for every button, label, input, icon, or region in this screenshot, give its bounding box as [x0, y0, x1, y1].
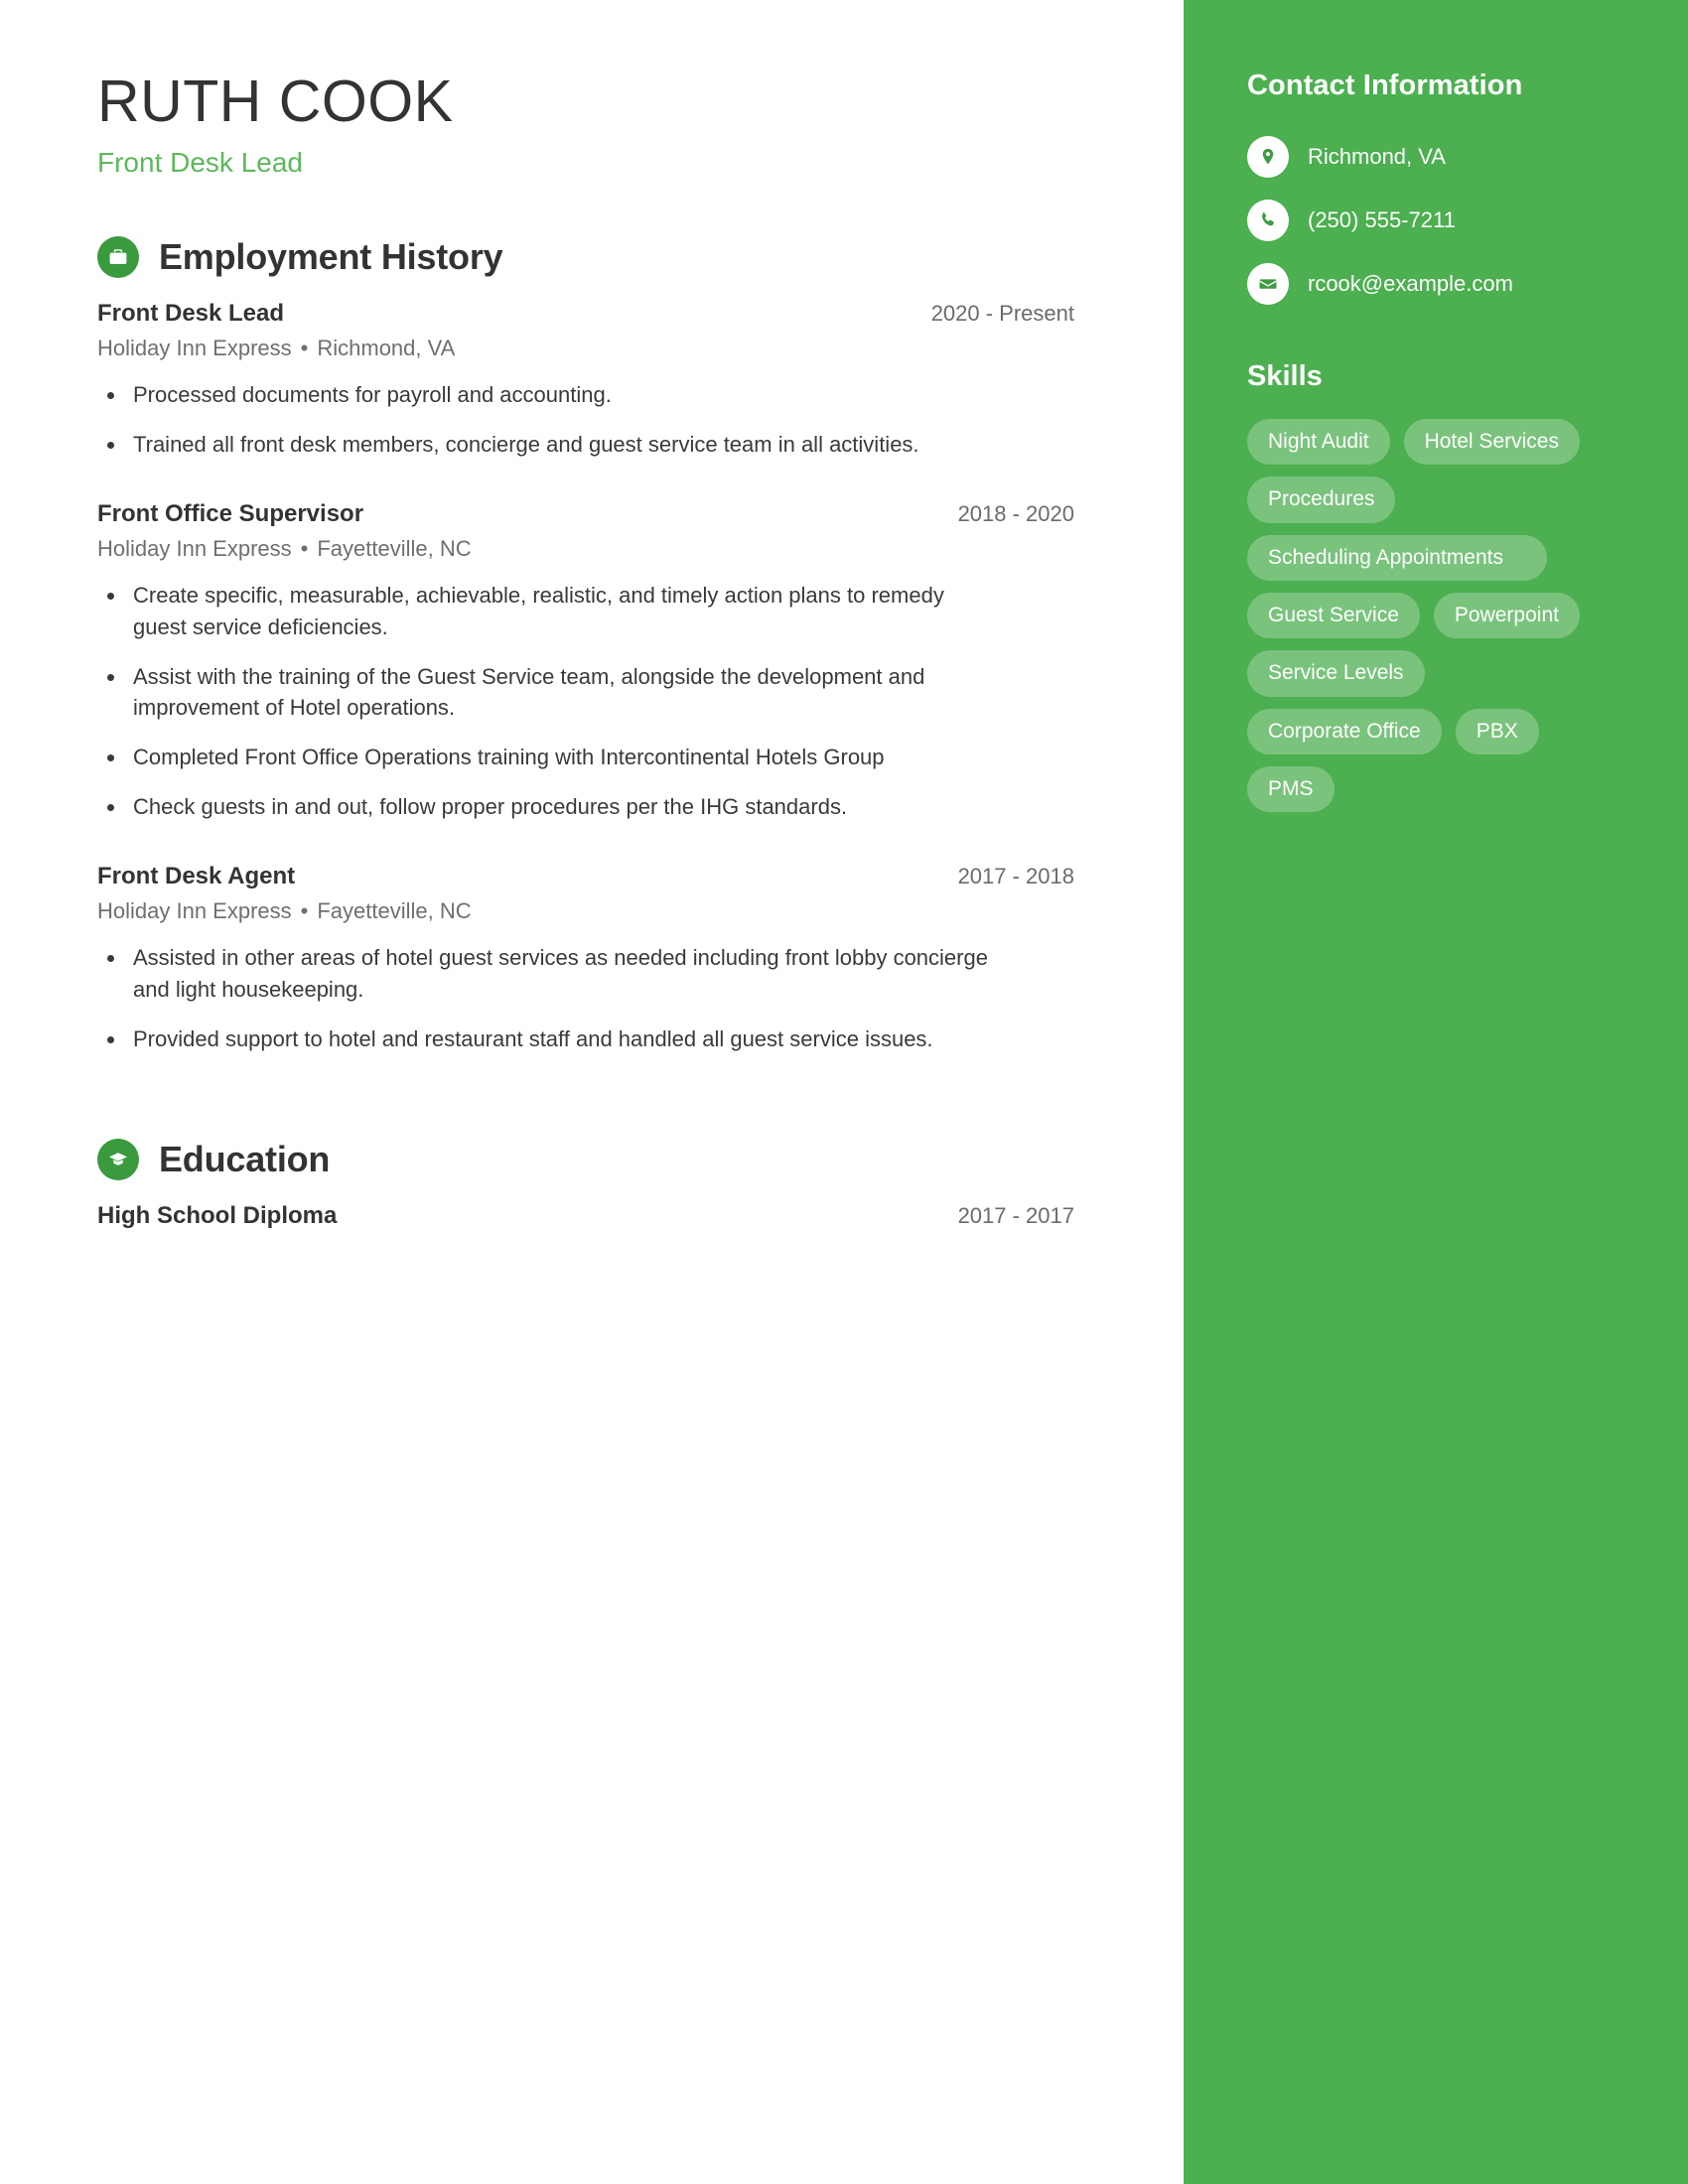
skill-pill: PBX — [1455, 708, 1539, 755]
employment-location: Fayetteville, NC — [317, 535, 472, 561]
employment-location: Fayetteville, NC — [317, 898, 472, 924]
employment-bullet: Processed documents for payroll and acco… — [97, 379, 991, 411]
employment-job-title: Front Office Supervisor — [97, 499, 364, 527]
employment-location: Richmond, VA — [317, 335, 456, 360]
contact-item[interactable]: (250) 555-7211 — [1247, 200, 1624, 241]
skills-list: Night Audit Hotel Services Procedures Sched… — [1247, 419, 1624, 813]
contact-item[interactable]: Richmond, VA — [1247, 136, 1624, 178]
skill-pill: Corporate Office — [1247, 708, 1442, 755]
skill-pill: Powerpoint — [1433, 593, 1580, 639]
employment-bullet: Assisted in other areas of hotel guest s… — [97, 942, 991, 1006]
separator-dot: • — [300, 898, 309, 924]
main-content-column: RUTH COOK Front Desk Lead Employment His… — [0, 0, 1184, 2184]
employment-bullet: Provided support to hotel and restaurant… — [97, 1024, 991, 1055]
briefcase-icon — [97, 235, 139, 278]
employment-entry: Front Desk Agent 2017 - 2018 Holiday Inn E… — [97, 863, 1074, 1055]
employment-section-title: Employment History — [159, 235, 503, 277]
separator-dot: • — [300, 535, 309, 561]
envelope-icon — [1247, 263, 1289, 305]
skills-section-title: Skills — [1247, 360, 1323, 392]
employment-bullet: Trained all front desk members, concierg… — [97, 429, 991, 461]
phone-icon — [1247, 200, 1289, 241]
employment-company-location: Holiday Inn Express • Fayetteville, NC — [97, 898, 1074, 924]
employment-job-title: Front Desk Lead — [97, 299, 285, 327]
employment-entry-header: Front Desk Lead 2020 - Present — [97, 300, 1074, 328]
header-job-title: Front Desk Lead — [97, 146, 303, 178]
contact-value: (250) 555-7211 — [1308, 207, 1456, 232]
employment-entry: Front Desk Lead 2020 - Present Holiday Inn… — [97, 300, 1074, 461]
education-dates: 2017 - 2017 — [957, 1202, 1074, 1228]
contact-section-title: Contact Information — [1247, 69, 1523, 101]
employment-entries: Front Desk Lead 2020 - Present Holiday Inn… — [97, 300, 1074, 1055]
education-entry: High School Diploma 2017 - 2017 — [97, 1202, 1074, 1230]
employment-section-header: Employment History — [97, 235, 1074, 278]
skill-pill: Guest Service — [1247, 593, 1420, 639]
employment-job-dates: 2017 - 2018 — [957, 864, 1074, 889]
contact-list: Richmond, VA (250) 555-7211 rcook@example.… — [1247, 136, 1624, 305]
employment-bullet: Create specific, measurable, achievable,… — [97, 580, 991, 643]
employment-history-section: Employment History Front Desk Lead 2020 -… — [97, 235, 1074, 1055]
employment-entry-header: Front Office Supervisor 2018 - 2020 — [97, 500, 1074, 528]
employment-company: Holiday Inn Express — [97, 335, 292, 360]
contact-value: Richmond, VA — [1308, 144, 1446, 169]
skill-pill: Scheduling Appointments — [1247, 534, 1547, 582]
education-degree: High School Diploma — [97, 1201, 338, 1229]
contact-item[interactable]: rcook@example.com — [1247, 263, 1624, 305]
education-section-title: Education — [159, 1138, 331, 1179]
employment-job-dates: 2018 - 2020 — [957, 500, 1074, 526]
header-name-block: RUTH COOK Front Desk Lead — [97, 68, 1074, 179]
employment-bullet: Assist with the training of the Guest Se… — [97, 661, 991, 725]
page-title: RUTH COOK — [97, 68, 454, 134]
separator-dot: • — [300, 335, 309, 360]
resume-page: RUTH COOK Front Desk Lead Employment His… — [0, 0, 1688, 2184]
skill-pill: Service Levels — [1247, 650, 1425, 697]
employment-job-dates: 2020 - Present — [930, 300, 1074, 326]
employment-job-title: Front Desk Agent — [97, 863, 296, 890]
employment-company-location: Holiday Inn Express • Richmond, VA — [97, 336, 1074, 361]
skill-pill: Hotel Services — [1403, 419, 1580, 466]
graduation-cap-icon — [97, 1138, 139, 1180]
education-section-header: Education — [97, 1138, 1074, 1180]
employment-company: Holiday Inn Express — [97, 898, 292, 924]
employment-entry: Front Office Supervisor 2018 - 2020 Holida… — [97, 500, 1074, 823]
employment-bullet: Completed Front Office Operations traini… — [97, 742, 991, 773]
employment-bullet-list: Processed documents for payroll and acco… — [97, 379, 1074, 461]
education-entries: High School Diploma 2017 - 2017 — [97, 1202, 1074, 1230]
education-section: Education High School Diploma 2017 - 2017 — [97, 1138, 1074, 1230]
employment-entry-header: Front Desk Agent 2017 - 2018 — [97, 863, 1074, 890]
employment-bullet-list: Assisted in other areas of hotel guest s… — [97, 942, 1074, 1055]
employment-bullet: Check guests in and out, follow proper p… — [97, 791, 991, 823]
skill-pill: Procedures — [1247, 477, 1396, 523]
employment-company: Holiday Inn Express — [97, 535, 292, 561]
employment-bullet-list: Create specific, measurable, achievable,… — [97, 580, 1074, 823]
contact-value: rcook@example.com — [1308, 271, 1513, 296]
location-pin-icon — [1247, 136, 1289, 178]
skill-pill: Night Audit — [1247, 419, 1390, 466]
employment-company-location: Holiday Inn Express • Fayetteville, NC — [97, 536, 1074, 562]
skill-pill: PMS — [1247, 766, 1335, 813]
sidebar: Contact Information Richmond, VA (250) 55… — [1184, 0, 1688, 2184]
